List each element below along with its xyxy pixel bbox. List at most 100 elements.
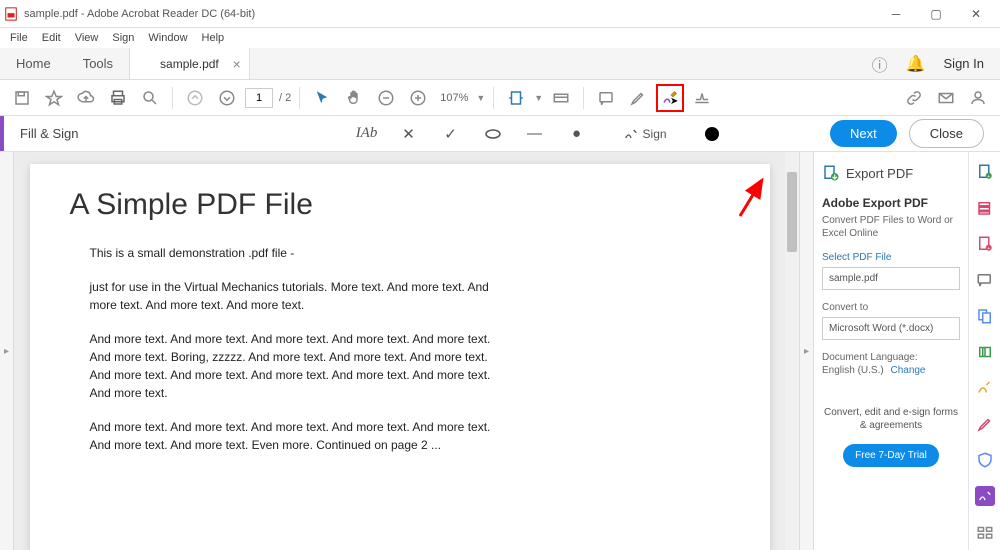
doc-paragraph: just for use in the Virtual Mechanics tu… bbox=[90, 278, 510, 314]
doc-paragraph: And more text. And more text. And more t… bbox=[90, 330, 510, 402]
page-total: / 2 bbox=[279, 92, 291, 104]
menu-window[interactable]: Window bbox=[142, 30, 193, 46]
menu-bar: File Edit View Sign Window Help bbox=[0, 28, 1000, 48]
content-area: ▸ A Simple PDF File This is a small demo… bbox=[0, 152, 1000, 550]
minimize-button[interactable]: ─ bbox=[876, 2, 916, 26]
close-window-button[interactable]: ✕ bbox=[956, 2, 996, 26]
ink-color-picker[interactable] bbox=[705, 127, 719, 141]
help-icon[interactable]: ⓘ bbox=[872, 52, 888, 76]
highlight-icon[interactable] bbox=[624, 84, 652, 112]
doc-heading: A Simple PDF File bbox=[70, 188, 710, 222]
zoom-level[interactable]: 107% bbox=[440, 92, 468, 104]
page-down-icon[interactable] bbox=[213, 84, 241, 112]
sign-tool-label: Sign bbox=[643, 127, 667, 141]
export-description: Convert PDF Files to Word or Excel Onlin… bbox=[822, 214, 960, 240]
document-tab[interactable]: sample.pdf × bbox=[129, 48, 250, 79]
email-icon[interactable] bbox=[932, 84, 960, 112]
fit-width-icon[interactable] bbox=[502, 84, 530, 112]
close-tab-icon[interactable]: × bbox=[233, 56, 241, 72]
save-icon[interactable] bbox=[8, 84, 36, 112]
share-link-icon[interactable] bbox=[900, 84, 928, 112]
right-panel-toggle[interactable]: ▸ bbox=[799, 152, 813, 550]
export-pdf-panel: Export PDF Adobe Export PDF Convert PDF … bbox=[813, 152, 968, 550]
notifications-icon[interactable]: 🔔 bbox=[906, 54, 926, 74]
document-viewport[interactable]: A Simple PDF File This is a small demons… bbox=[14, 152, 785, 550]
convert-to-label: Convert to bbox=[822, 302, 960, 313]
doc-language-value: English (U.S.) bbox=[822, 365, 884, 376]
comment-icon[interactable] bbox=[592, 84, 620, 112]
selected-file-dropdown[interactable]: sample.pdf bbox=[822, 267, 960, 290]
sign-in-link[interactable]: Sign In bbox=[944, 56, 984, 71]
sign-tool[interactable]: Sign bbox=[623, 126, 667, 142]
select-file-label: Select PDF File bbox=[822, 252, 960, 263]
fill-sign-label: Fill & Sign bbox=[4, 126, 95, 141]
redact-icon[interactable] bbox=[975, 378, 995, 398]
export-heading: Adobe Export PDF bbox=[822, 196, 960, 210]
pdf-page: A Simple PDF File This is a small demons… bbox=[30, 164, 770, 550]
title-bar: sample.pdf - Adobe Acrobat Reader DC (64… bbox=[0, 0, 1000, 28]
combine-files-icon[interactable] bbox=[975, 198, 995, 218]
account-icon[interactable] bbox=[964, 84, 992, 112]
doc-paragraph: And more text. And more text. And more t… bbox=[90, 418, 510, 454]
fill-sign-tool-icon[interactable]: ➤ bbox=[656, 84, 684, 112]
print-icon[interactable] bbox=[104, 84, 132, 112]
create-pdf-icon[interactable]: + bbox=[975, 162, 995, 182]
export-pdf-icon bbox=[822, 164, 840, 182]
zoom-out-icon[interactable] bbox=[372, 84, 400, 112]
convert-format-dropdown[interactable]: Microsoft Word (*.docx) bbox=[822, 317, 960, 340]
free-trial-button[interactable]: Free 7-Day Trial bbox=[843, 444, 939, 467]
pdf-file-icon bbox=[4, 7, 18, 21]
window-title: sample.pdf - Adobe Acrobat Reader DC (64… bbox=[24, 8, 876, 20]
menu-sign[interactable]: Sign bbox=[106, 30, 140, 46]
circle-tool-icon[interactable] bbox=[481, 122, 505, 146]
change-language-link[interactable]: Change bbox=[890, 365, 925, 376]
close-button[interactable]: Close bbox=[909, 119, 984, 148]
more-tools-icon[interactable] bbox=[975, 522, 995, 542]
main-toolbar: / 2 107% ▼ ▼ ➤ bbox=[0, 80, 1000, 116]
home-tab[interactable]: Home bbox=[0, 48, 67, 79]
edit-pdf-icon[interactable]: + bbox=[975, 234, 995, 254]
menu-file[interactable]: File bbox=[4, 30, 34, 46]
fill-sign-toolbar: Fill & Sign IAb ✕ ✓ — ● Sign Next Close bbox=[0, 116, 1000, 152]
hand-tool-icon[interactable] bbox=[340, 84, 368, 112]
menu-help[interactable]: Help bbox=[196, 30, 231, 46]
text-tool-icon[interactable]: IAb bbox=[355, 122, 379, 146]
doc-language-label: Document Language: bbox=[822, 352, 960, 363]
page-up-icon[interactable] bbox=[181, 84, 209, 112]
promo-text: Convert, edit and e-sign forms & agreeme… bbox=[822, 406, 960, 432]
doc-paragraph: This is a small demonstration .pdf file … bbox=[90, 244, 510, 262]
export-pdf-title: Export PDF bbox=[846, 166, 913, 181]
svg-text:+: + bbox=[987, 246, 990, 252]
zoom-dropdown-icon[interactable]: ▼ bbox=[476, 93, 485, 103]
cross-tool-icon[interactable]: ✕ bbox=[397, 122, 421, 146]
dot-tool-icon[interactable]: ● bbox=[565, 122, 589, 146]
zoom-in-icon[interactable] bbox=[404, 84, 432, 112]
tools-tab[interactable]: Tools bbox=[67, 48, 129, 79]
fill-sign-rail-icon[interactable] bbox=[975, 486, 995, 506]
check-tool-icon[interactable]: ✓ bbox=[439, 122, 463, 146]
organize-pages-icon[interactable] bbox=[975, 306, 995, 326]
cloud-upload-icon[interactable] bbox=[72, 84, 100, 112]
menu-edit[interactable]: Edit bbox=[36, 30, 67, 46]
read-mode-icon[interactable] bbox=[547, 84, 575, 112]
stamp-icon[interactable] bbox=[688, 84, 716, 112]
search-icon[interactable] bbox=[136, 84, 164, 112]
selection-arrow-icon[interactable] bbox=[308, 84, 336, 112]
maximize-button[interactable]: ▢ bbox=[916, 2, 956, 26]
svg-text:+: + bbox=[987, 174, 990, 180]
line-tool-icon[interactable]: — bbox=[523, 122, 547, 146]
document-tab-label: sample.pdf bbox=[160, 57, 219, 71]
compress-pdf-icon[interactable] bbox=[975, 342, 995, 362]
scrollbar-thumb[interactable] bbox=[787, 172, 797, 252]
comment-tool-icon[interactable] bbox=[975, 270, 995, 290]
vertical-scrollbar[interactable] bbox=[785, 152, 799, 550]
shield-icon[interactable] bbox=[975, 450, 995, 470]
tab-bar: Home Tools sample.pdf × ⓘ 🔔 Sign In bbox=[0, 48, 1000, 80]
left-panel-toggle[interactable]: ▸ bbox=[0, 152, 14, 550]
protect-pdf-icon[interactable] bbox=[975, 414, 995, 434]
fit-dropdown-icon[interactable]: ▼ bbox=[534, 93, 543, 103]
page-number-input[interactable] bbox=[245, 88, 273, 108]
star-icon[interactable] bbox=[40, 84, 68, 112]
menu-view[interactable]: View bbox=[69, 30, 105, 46]
next-button[interactable]: Next bbox=[830, 120, 897, 147]
